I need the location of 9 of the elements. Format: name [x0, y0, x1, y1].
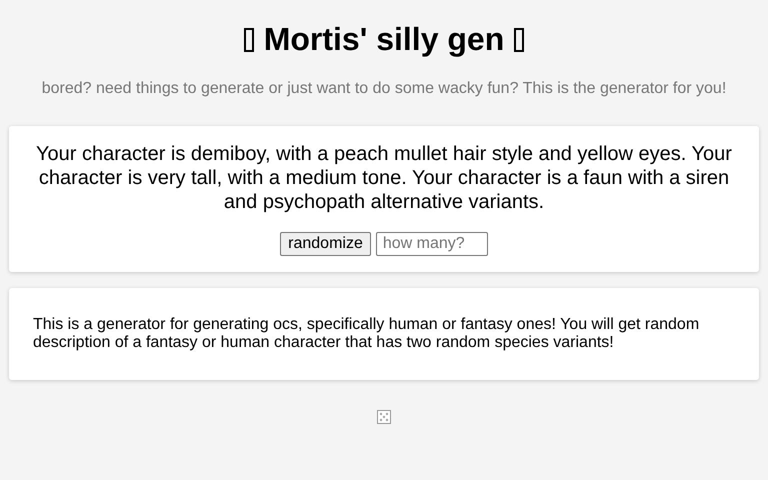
missing-glyph-icon — [514, 28, 524, 52]
count-field[interactable]: how many? — [376, 232, 488, 256]
broken-image-icon — [376, 409, 392, 425]
result-text: Your character is demiboy, with a peach mullet hair style and yellow eyes. Your character is very tall, with a medium tone. Your character is a faun with a siren and psychopath alternative variants. — [35, 142, 733, 214]
missing-glyph-icon — [244, 28, 254, 52]
subtitle: bored? need things to generate or just want to do some wacky fun? This is the generator for you! — [42, 80, 726, 98]
page-title: Mortis' silly gen — [264, 21, 504, 58]
description-text: This is a generator for generating ocs, specifically human or fantasy ones! You will get random description of a fantasy or human character that has two random species variants! — [33, 316, 700, 352]
randomize-button[interactable]: randomize — [280, 232, 371, 256]
